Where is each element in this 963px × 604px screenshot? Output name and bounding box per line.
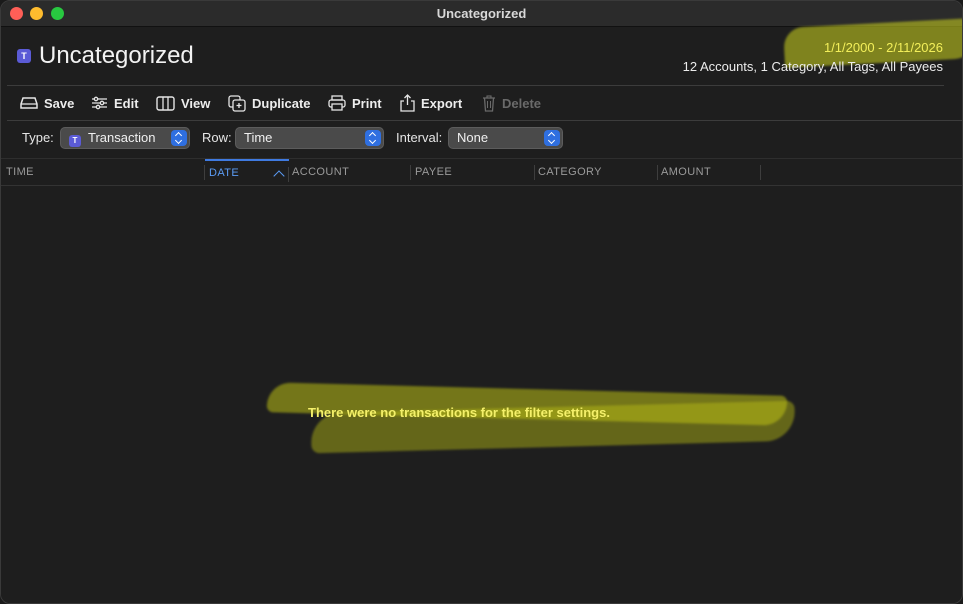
type-value: Transaction (88, 130, 156, 145)
type-label: Type: (22, 130, 54, 145)
column-header-amount[interactable]: AMOUNT (657, 159, 761, 186)
view-label: View (181, 95, 211, 111)
duplicate-label: Duplicate (252, 95, 311, 111)
column-header-date[interactable]: DATE (205, 159, 289, 186)
chevron-updown-icon (171, 130, 187, 146)
column-header-time[interactable]: TIME (2, 159, 205, 186)
chevron-updown-icon (365, 130, 381, 146)
save-button[interactable]: Save (20, 93, 74, 113)
title-bar: Uncategorized (1, 1, 962, 27)
table-header: TIME DATE ACCOUNT PAYEE CATEGORY AMOUNT (1, 158, 962, 186)
window-title: Uncategorized (436, 6, 527, 21)
export-button[interactable]: Export (400, 93, 462, 113)
header-divider (7, 85, 944, 86)
sliders-icon (91, 96, 108, 110)
column-header-date-label: DATE (209, 167, 240, 179)
date-range: 1/1/2000 - 2/11/2026 (823, 40, 943, 55)
row-popup[interactable]: Time (235, 127, 384, 149)
share-icon (400, 94, 415, 112)
duplicate-icon (228, 94, 246, 112)
view-button[interactable]: View (156, 93, 210, 113)
save-label: Save (44, 95, 75, 111)
delete-button[interactable]: Delete (482, 93, 541, 113)
filter-bar: Type: T Transaction Row: Time Interval: N… (1, 121, 962, 157)
page-title: Uncategorized (39, 42, 194, 69)
column-header-category[interactable]: CATEGORY (534, 159, 658, 186)
column-header-payee[interactable]: PAYEE (411, 159, 535, 186)
sort-ascending-icon (273, 170, 285, 182)
edit-label: Edit (114, 95, 139, 111)
toolbar: Save Edit View Duplicate Print Export De… (1, 87, 962, 119)
interval-value: None (457, 130, 489, 145)
interval-popup[interactable]: None (448, 127, 563, 149)
trash-icon (482, 94, 496, 112)
print-label: Print (352, 95, 382, 111)
printer-icon (328, 95, 346, 111)
interval-label: Interval: (396, 130, 443, 145)
print-button[interactable]: Print (328, 93, 382, 113)
column-header-account[interactable]: ACCOUNT (288, 159, 411, 186)
filter-summary: 12 Accounts, 1 Category, All Tags, All P… (682, 59, 943, 74)
columns-icon (156, 95, 175, 111)
report-window: Uncategorized T Uncategorized 1/1/2000 -… (0, 0, 963, 604)
duplicate-button[interactable]: Duplicate (228, 93, 311, 113)
row-label: Row: (202, 130, 232, 145)
transaction-type-icon: T (69, 135, 81, 147)
drive-icon (20, 96, 38, 110)
edit-button[interactable]: Edit (91, 93, 139, 113)
type-popup[interactable]: T Transaction (60, 127, 190, 149)
empty-state-message: There were no transactions for the filte… (308, 405, 610, 420)
chevron-updown-icon (544, 130, 560, 146)
transaction-type-icon: T (17, 49, 31, 63)
export-label: Export (421, 95, 463, 111)
delete-label: Delete (502, 95, 542, 111)
row-value: Time (244, 130, 273, 145)
